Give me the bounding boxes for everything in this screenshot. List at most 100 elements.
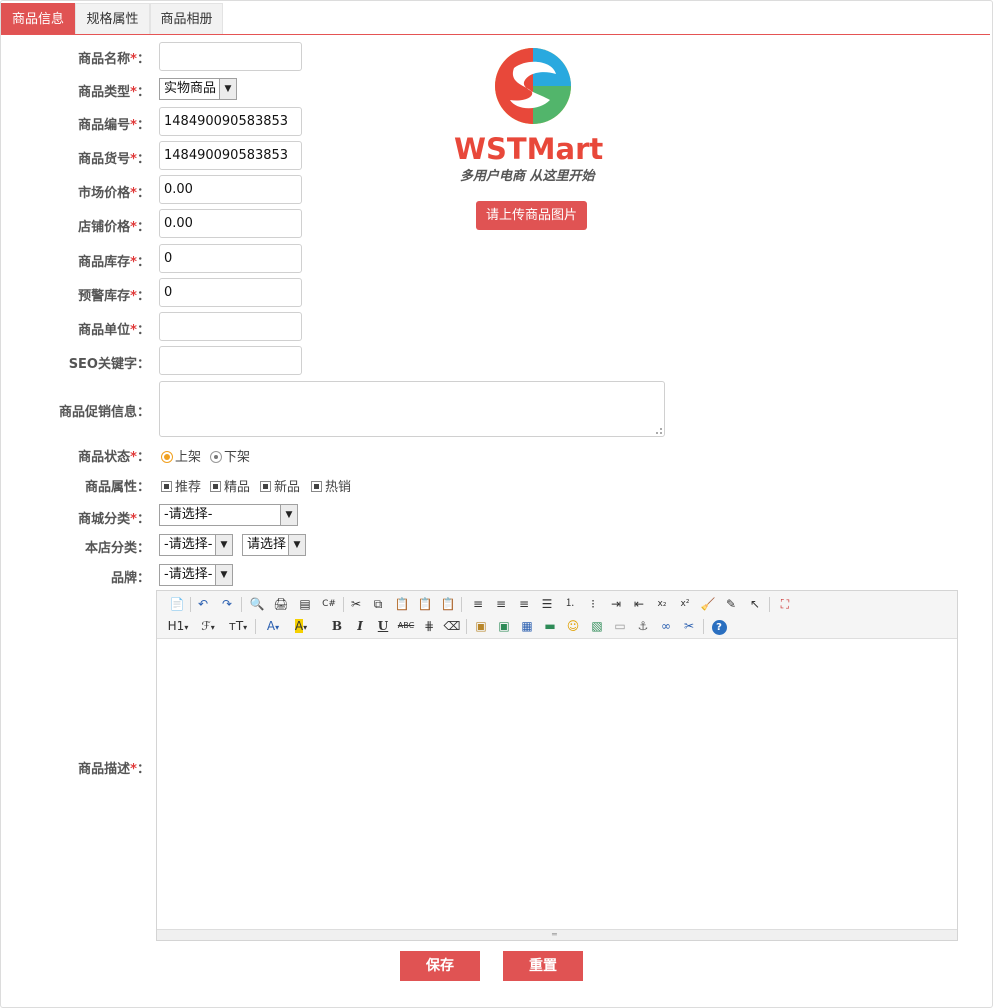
align-left-icon[interactable]: ≡	[468, 594, 488, 614]
bold-icon[interactable]: B	[327, 616, 347, 636]
shop-price-input[interactable]: 0.00	[159, 209, 302, 238]
stock-label: 商品库存*：	[78, 255, 150, 270]
status-on-radio[interactable]: 上架	[161, 446, 201, 465]
clear-format-icon[interactable]: 🧹	[698, 594, 718, 614]
horizontal-rule-icon[interactable]: ▬	[540, 616, 560, 636]
description-label: 商品描述*：	[78, 762, 150, 777]
highlight-color-icon[interactable]: A▾	[289, 616, 313, 636]
unit-label: 商品单位*：	[78, 323, 150, 338]
shop-category-select-2[interactable]: 请选择 ▼	[242, 534, 306, 556]
upload-image-button[interactable]: 请上传商品图片	[476, 201, 587, 230]
underline-icon[interactable]: U	[373, 616, 393, 636]
chevron-down-icon: ▼	[288, 535, 305, 555]
tab-goods-info[interactable]: 商品信息	[1, 3, 75, 34]
seo-keywords-input[interactable]	[159, 346, 302, 375]
anchor-icon[interactable]: ⚓	[633, 616, 653, 636]
editor-resize-handle-icon[interactable]: ═	[552, 930, 557, 940]
product-no-label: 商品货号*：	[78, 152, 150, 167]
warn-stock-input[interactable]: 0	[159, 278, 302, 307]
goods-name-input[interactable]	[159, 42, 302, 71]
promotion-label: 商品促销信息：	[58, 405, 150, 420]
insert-image-icon[interactable]: ▣	[471, 616, 491, 636]
outdent-icon[interactable]: ⇤	[629, 594, 649, 614]
cut-icon[interactable]: ✂	[346, 594, 366, 614]
warn-stock-label: 预警库存*：	[78, 289, 150, 304]
fullscreen-icon[interactable]: ⛶	[775, 594, 795, 614]
status-off-radio[interactable]: 下架	[210, 446, 250, 465]
attr-hot-checkbox[interactable]: 热销	[311, 476, 351, 495]
help-icon[interactable]: ?	[709, 616, 729, 636]
wstmart-logo: WSTMart 多用户电商 从这里开始	[452, 44, 614, 189]
italic-icon[interactable]: I	[350, 616, 370, 636]
brand-select[interactable]: -请选择- ▼	[159, 564, 233, 586]
attr-new-checkbox[interactable]: 新品	[260, 476, 300, 495]
emoticon-icon[interactable]: ☺	[563, 616, 583, 636]
goods-sn-input[interactable]: 148490090583853	[159, 107, 302, 136]
superscript-icon[interactable]: x²	[675, 594, 695, 614]
brand-label: 品牌：	[110, 571, 150, 586]
font-family-icon[interactable]: ℱ▾	[195, 616, 221, 636]
promotion-textarea[interactable]	[159, 381, 665, 437]
link-icon[interactable]: ∞	[656, 616, 676, 636]
template-icon[interactable]: ▤	[295, 594, 315, 614]
cursor-icon[interactable]: ↖	[745, 594, 765, 614]
logo-graphic: WSTMart 多用户电商 从这里开始	[454, 48, 603, 184]
market-price-input[interactable]: 0.00	[159, 175, 302, 204]
code-icon[interactable]: C#	[319, 594, 339, 614]
map-icon[interactable]: ▧	[587, 616, 607, 636]
goods-type-select[interactable]: 实物商品 ▼	[159, 78, 237, 100]
checkbox-icon	[161, 481, 172, 492]
save-button[interactable]: 保存	[400, 951, 480, 981]
shop-category-select-1[interactable]: -请选择- ▼	[159, 534, 233, 556]
shop-category-label: 本店分类：	[84, 541, 150, 556]
stock-input[interactable]: 0	[159, 244, 302, 273]
market-price-label: 市场价格*：	[78, 186, 150, 201]
align-center-icon[interactable]: ≡	[491, 594, 511, 614]
chevron-down-icon: ▼	[219, 79, 236, 99]
select-all-icon[interactable]: ✎	[721, 594, 741, 614]
undo-icon[interactable]: ↶	[193, 594, 213, 614]
mall-category-select[interactable]: -请选择- ▼	[159, 504, 298, 526]
align-justify-icon[interactable]: ☰	[537, 594, 557, 614]
unordered-list-icon[interactable]: ⁝	[583, 594, 603, 614]
status-label: 商品状态*：	[78, 450, 150, 465]
paste-icon[interactable]: 📋	[392, 594, 412, 614]
unit-input[interactable]	[159, 312, 302, 341]
page-break-icon[interactable]: ▭	[610, 616, 630, 636]
attr-recommend-checkbox[interactable]: 推荐	[161, 476, 201, 495]
font-size-icon[interactable]: тT▾	[225, 616, 251, 636]
attributes-label: 商品属性：	[84, 480, 150, 495]
preview-icon[interactable]: 🔍	[247, 594, 267, 614]
subscript-icon[interactable]: x₂	[652, 594, 672, 614]
ordered-list-icon[interactable]: ⒈	[560, 594, 580, 614]
tab-bar: 商品信息 规格属性 商品相册	[1, 3, 990, 35]
unlink-icon[interactable]: ✂	[679, 616, 699, 636]
multi-image-icon[interactable]: ▣	[494, 616, 514, 636]
align-right-icon[interactable]: ≡	[514, 594, 534, 614]
redo-icon[interactable]: ↷	[217, 594, 237, 614]
radio-selected-icon	[161, 451, 173, 463]
paste-text-icon[interactable]: 📋	[415, 594, 435, 614]
attr-best-checkbox[interactable]: 精品	[210, 476, 250, 495]
tab-goods-gallery[interactable]: 商品相册	[150, 3, 223, 34]
rich-text-editor[interactable]: 📄 ↶ ↷ 🔍 🖨 ▤ C# ✂ ⧉ 📋 📋 📋 ≡ ≡ ≡ ☰ ⒈ ⁝ ⇥ ⇤…	[156, 590, 958, 941]
paste-word-icon[interactable]: 📋	[438, 594, 458, 614]
checkbox-icon	[210, 481, 221, 492]
product-no-input[interactable]: 148490090583853	[159, 141, 302, 170]
resize-grip-icon[interactable]	[656, 428, 662, 434]
font-color-icon[interactable]: A▾	[261, 616, 285, 636]
eraser-icon[interactable]: ⌫	[442, 616, 462, 636]
copy-icon[interactable]: ⧉	[368, 594, 388, 614]
line-height-icon[interactable]: ⋕	[419, 616, 439, 636]
indent-icon[interactable]: ⇥	[606, 594, 626, 614]
logo-slogan-text: 多用户电商 从这里开始	[460, 168, 597, 184]
strikethrough-icon[interactable]: ABC	[396, 616, 416, 636]
reset-button[interactable]: 重置	[503, 951, 583, 981]
print-icon[interactable]: 🖨	[271, 594, 291, 614]
source-icon[interactable]: 📄	[167, 594, 187, 614]
chevron-down-icon: ▼	[215, 565, 232, 585]
editor-toolbar: 📄 ↶ ↷ 🔍 🖨 ▤ C# ✂ ⧉ 📋 📋 📋 ≡ ≡ ≡ ☰ ⒈ ⁝ ⇥ ⇤…	[157, 591, 957, 639]
heading-icon[interactable]: H1▾	[165, 616, 191, 636]
table-icon[interactable]: ▦	[517, 616, 537, 636]
tab-spec-attributes[interactable]: 规格属性	[75, 3, 150, 34]
